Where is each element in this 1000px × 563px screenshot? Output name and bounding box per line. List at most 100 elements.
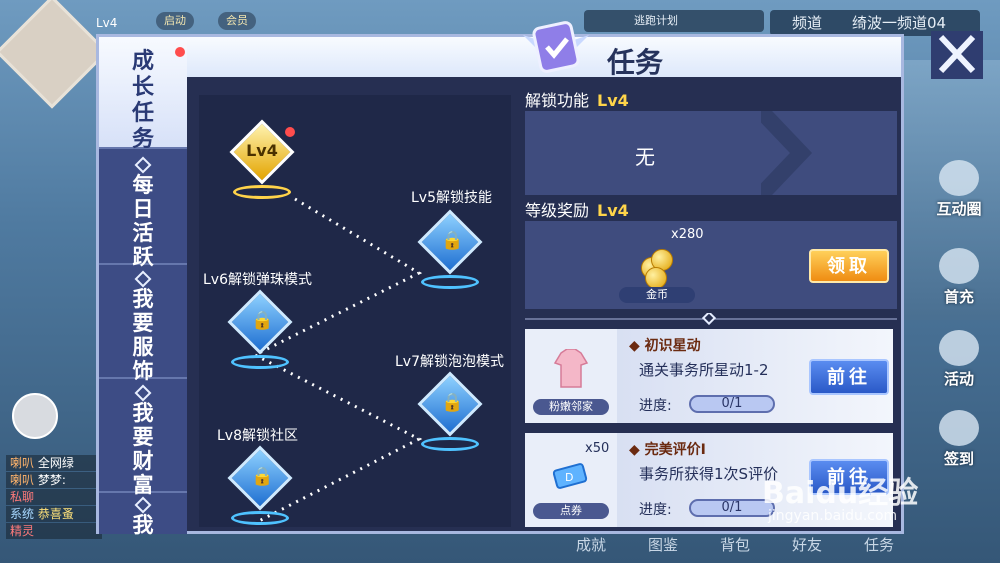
chat-line: 喇叭 全网绿 — [6, 455, 102, 471]
tab-outfit[interactable]: 我要服饰 — [99, 265, 187, 383]
task-reward-slot: 粉嫩邻家 — [525, 329, 617, 423]
unlock-value: 无 — [635, 145, 655, 169]
lock-icon: 🔒 — [251, 310, 274, 331]
unlock-level: Lv4 — [597, 91, 629, 110]
lock-icon: 🔒 — [441, 392, 464, 413]
tab-growth-label: 成长任务 — [131, 49, 154, 152]
tab-daily[interactable]: 每日活跃 — [99, 151, 187, 269]
menu-first-recharge[interactable]: 首充 — [924, 248, 994, 307]
baidu-watermark: Baidu经验 jingyan.baidu.com — [762, 468, 919, 524]
unlock-title: 解锁功能 — [525, 91, 590, 110]
unlock-section-title: 解锁功能 Lv4 — [525, 87, 629, 111]
lock-icon: 🔒 — [441, 230, 464, 251]
outfit-icon — [553, 349, 589, 388]
node-notification-dot — [285, 127, 295, 137]
reward-title: 等级奖励 — [525, 201, 590, 220]
arrow-decor — [761, 111, 813, 195]
close-icon[interactable] — [927, 27, 987, 83]
task-progress: 0/1 — [689, 395, 775, 413]
tab-more[interactable]: 我 — [99, 493, 187, 537]
watermark-brand: Baidu经验 — [762, 476, 919, 511]
tab-growth-notification-dot — [175, 47, 185, 57]
node-lv6[interactable]: 🔒 — [215, 285, 305, 375]
music-bar[interactable]: 逃跑计划 — [584, 10, 764, 32]
chat-box[interactable]: 喇叭 全网绿 喇叭 梦梦: 私聊 系统 恭喜蚤 精灵 — [6, 455, 102, 555]
player-level: Lv4 — [96, 16, 118, 30]
platform-ring — [231, 511, 289, 525]
reward-level: Lv4 — [597, 201, 629, 220]
tab-daily-label: 每日活跃 — [132, 173, 154, 269]
menu-event[interactable]: 活动 — [924, 330, 994, 389]
dialog-title: 任务 — [607, 46, 664, 79]
task-dialog: 任务 成长任务 每日活跃 我要服饰 我要财富 我 Lv4 Lv5解锁技能 🔒 L… — [96, 21, 983, 537]
bottom-nav: 成就 图鉴 背包 好友 任务 — [560, 530, 920, 558]
first-recharge-icon — [939, 248, 979, 284]
task-item-label: 粉嫩邻家 — [533, 399, 609, 415]
platform-ring — [421, 275, 479, 289]
chat-line: 私聊 — [6, 489, 102, 505]
task-item-quantity: x50 — [585, 441, 610, 456]
menu-interaction[interactable]: 互动圈 — [924, 160, 994, 219]
lock-icon: 🔒 — [251, 466, 274, 487]
channel-label: 频道 — [792, 14, 823, 32]
task-desc: 事务所获得1次S评价 — [639, 465, 779, 483]
nav-friends[interactable]: 好友 — [792, 534, 822, 555]
task-emblem-icon — [523, 21, 589, 73]
task-name: ◆ 初识星动 — [629, 338, 701, 354]
unlock-box: 无 — [525, 111, 897, 195]
node-lv8[interactable]: 🔒 — [215, 441, 305, 531]
tab-more-label: 我 — [132, 513, 154, 537]
claim-reward-button[interactable]: 领取 — [809, 249, 889, 283]
nav-tasks[interactable]: 任务 — [864, 534, 894, 555]
node-label-lv5: Lv5解锁技能 — [411, 190, 492, 206]
task-card: 粉嫩邻家 ◆ 初识星动 通关事务所星动1-2 进度: 0/1 前往 — [525, 329, 893, 423]
checkin-icon — [939, 410, 979, 446]
progress-label: 进度: — [639, 502, 672, 518]
svg-text:D: D — [565, 471, 573, 484]
vip-badge[interactable]: 会员 — [218, 12, 256, 30]
voice-button[interactable] — [12, 393, 58, 439]
tab-wealth-label: 我要财富 — [132, 401, 154, 497]
diamond-icon — [134, 270, 152, 288]
watermark-url: jingyan.baidu.com — [768, 508, 898, 524]
coupon-icon: D — [552, 463, 588, 489]
launch-badge[interactable]: 启动 — [156, 12, 194, 30]
chat-line: 系统 恭喜蚤 — [6, 506, 102, 522]
music-title: 逃跑计划 — [634, 14, 678, 27]
platform-ring — [421, 437, 479, 451]
event-icon — [939, 330, 979, 366]
platform-ring — [231, 355, 289, 369]
reward-section-title: 等级奖励 Lv4 — [525, 197, 629, 221]
level-tree: Lv4 Lv5解锁技能 🔒 Lv6解锁弹珠模式 🔒 Lv7解锁泡泡模式 🔒 Lv… — [199, 95, 511, 527]
dialog-tabs: 成长任务 每日活跃 我要服饰 我要财富 我 — [99, 37, 187, 537]
reward-box: x280 金币 领取 — [525, 221, 897, 309]
reward-quantity: x280 — [671, 227, 704, 242]
task-reward-slot: x50 D 点券 — [525, 433, 617, 527]
menu-first-recharge-label: 首充 — [943, 288, 974, 306]
chat-line: 喇叭 梦梦: — [6, 472, 102, 488]
nav-collection[interactable]: 图鉴 — [648, 534, 678, 555]
reward-item-label: 金币 — [619, 287, 695, 303]
menu-checkin[interactable]: 签到 — [924, 410, 994, 469]
task-name: ◆ 完美评价I — [629, 442, 706, 458]
tab-outfit-label: 我要服饰 — [132, 287, 154, 383]
menu-checkin-label: 签到 — [943, 450, 974, 468]
diamond-icon — [134, 384, 152, 402]
task-item-label: 点券 — [533, 503, 609, 519]
node-lv5[interactable]: 🔒 — [405, 205, 495, 295]
progress-label: 进度: — [639, 398, 672, 414]
menu-event-label: 活动 — [943, 370, 974, 388]
node-lv7[interactable]: 🔒 — [405, 367, 495, 457]
menu-interaction-label: 互动圈 — [936, 200, 982, 218]
goto-task-button[interactable]: 前往 — [809, 359, 889, 395]
nav-bag[interactable]: 背包 — [720, 534, 750, 555]
section-divider — [525, 313, 897, 325]
platform-ring — [233, 185, 291, 199]
nav-achievement[interactable]: 成就 — [576, 534, 606, 555]
dialog-titlebar: 任务 — [187, 21, 983, 79]
current-level-label: Lv4 — [246, 141, 278, 160]
diamond-icon — [134, 156, 152, 174]
tab-growth[interactable]: 成长任务 — [99, 37, 187, 152]
diamond-icon — [134, 496, 152, 514]
tab-wealth[interactable]: 我要财富 — [99, 379, 187, 497]
